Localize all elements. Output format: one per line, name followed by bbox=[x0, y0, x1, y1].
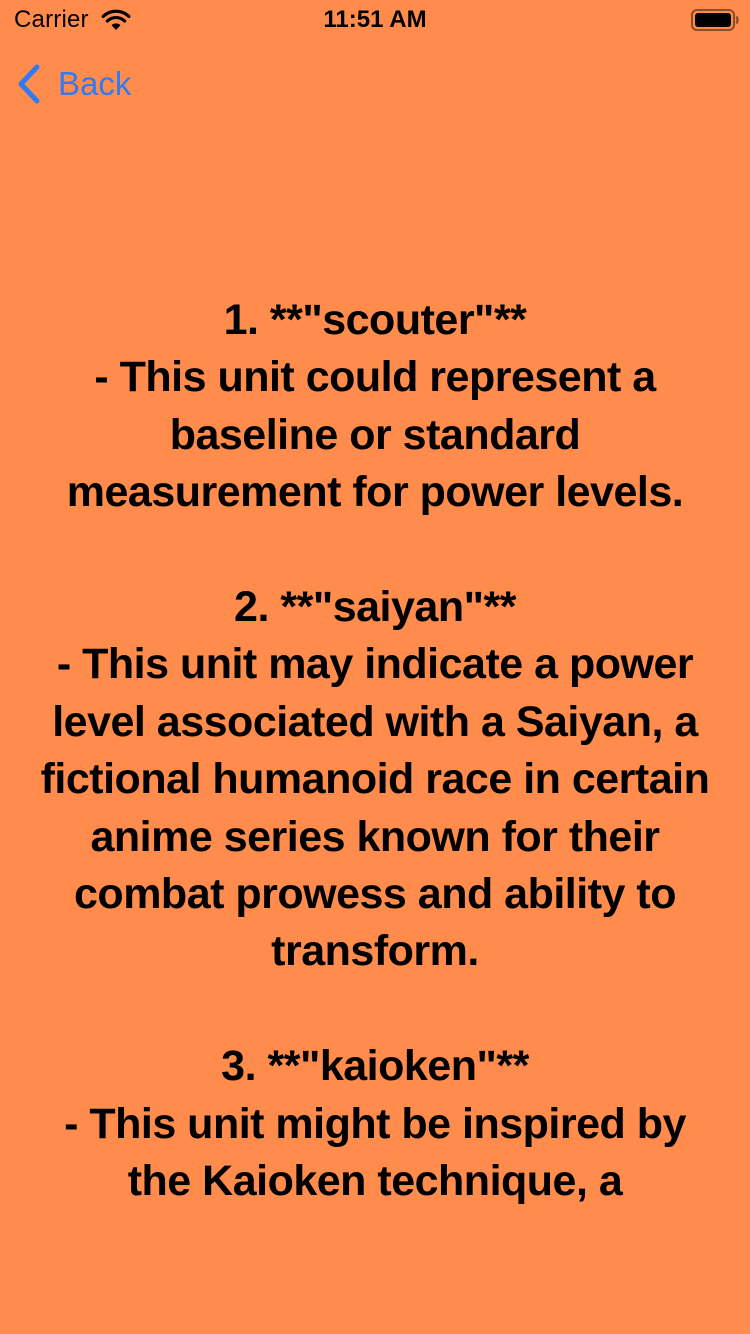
back-button[interactable]: Back bbox=[16, 64, 131, 104]
chevron-left-icon bbox=[18, 64, 40, 104]
content-text: 1. **"scouter"** - This unit could repre… bbox=[40, 296, 710, 1206]
status-time: 11:51 AM bbox=[323, 6, 427, 33]
status-bar: Carrier 11:51 AM bbox=[0, 0, 750, 40]
battery-icon bbox=[691, 9, 739, 31]
back-label: Back bbox=[58, 65, 132, 102]
content-scroll-view[interactable]: 1. **"scouter"** - This unit could repre… bbox=[40, 292, 710, 1292]
navigation-bar: Back bbox=[0, 56, 750, 112]
